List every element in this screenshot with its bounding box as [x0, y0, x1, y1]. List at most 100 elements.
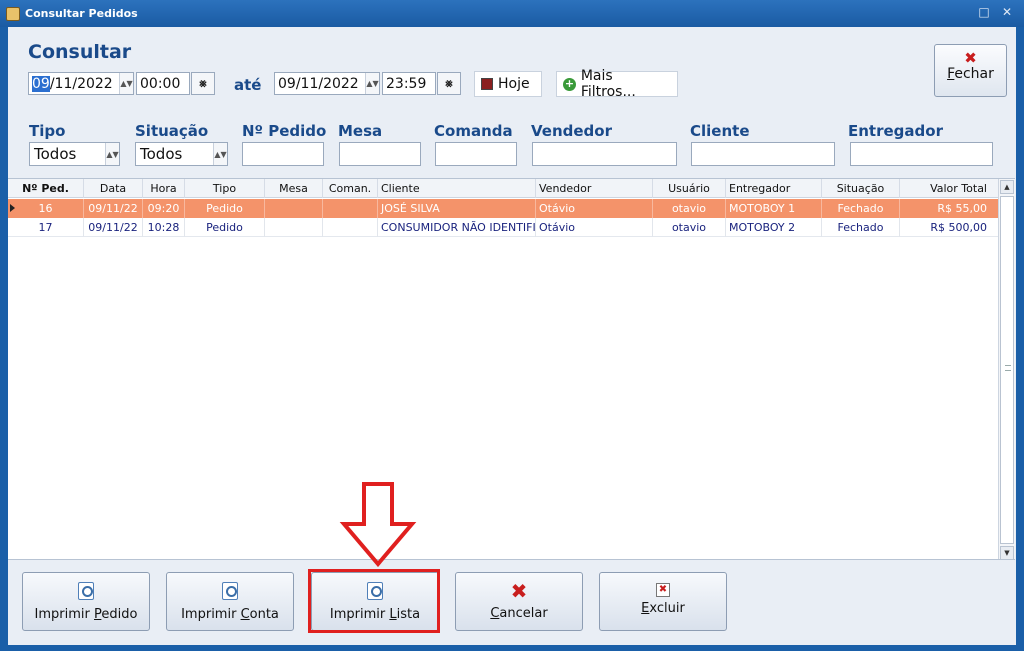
hoje-label: Hoje [498, 76, 530, 92]
cell-cliente: CONSUMIDOR NÃO IDENTIFICADO [378, 218, 536, 237]
date-from-field[interactable]: 09/11/2022 ▲▼ [28, 72, 134, 95]
time-to-field[interactable]: 23:59 [382, 72, 436, 95]
cell-situacao: Fechado [822, 199, 900, 218]
time-from-picker-icon[interactable]: ⨳ [191, 72, 215, 95]
mesa-input[interactable] [339, 142, 421, 166]
vendedor-label: Vendedor [531, 122, 612, 140]
cell-usuario: otavio [653, 218, 726, 237]
tipo-select[interactable]: Todos ▲▼ [29, 142, 120, 166]
cell-cliente: JOSÉ SILVA [378, 199, 536, 218]
col-data[interactable]: Data [84, 179, 143, 198]
delete-icon: ✖ [656, 583, 670, 597]
calendar-icon [481, 78, 493, 90]
cell-tipo: Pedido [185, 218, 265, 237]
mesa-label: Mesa [338, 122, 383, 140]
date-from-day: 09 [32, 75, 50, 92]
vendedor-input[interactable] [532, 142, 677, 166]
situacao-select[interactable]: Todos ▲▼ [135, 142, 228, 166]
comanda-label: Comanda [434, 122, 513, 140]
window-title: Consultar Pedidos [25, 7, 138, 20]
comanda-input[interactable] [435, 142, 517, 166]
grid-vertical-scrollbar[interactable]: ▲ ▼ [998, 179, 1015, 559]
entregador-label: Entregador [848, 122, 943, 140]
cell-valor-total: R$ 55,00 [937, 202, 987, 215]
scroll-down-icon[interactable]: ▼ [1000, 546, 1014, 559]
mais-filtros-button[interactable]: + Mais Filtros... [556, 68, 678, 100]
cliente-input[interactable] [691, 142, 835, 166]
situacao-dropdown-icon[interactable]: ▲▼ [213, 143, 227, 165]
tipo-dropdown-icon[interactable]: ▲▼ [105, 143, 119, 165]
page-title: Consultar [28, 41, 132, 63]
close-icon: ✖ [964, 49, 977, 67]
cell-pedido: 16 [8, 199, 84, 218]
cell-situacao: Fechado [822, 218, 900, 237]
date-to-field[interactable]: 09/11/2022 ▲▼ [274, 72, 380, 95]
col-cliente[interactable]: Cliente [378, 179, 536, 198]
entregador-input[interactable] [850, 142, 993, 166]
table-row[interactable]: 17 09/11/22 10:28 Pedido CONSUMIDOR NÃO … [8, 218, 998, 237]
imprimir-pedido-button[interactable]: Imprimir Pedido [22, 572, 150, 631]
date-from-rest: /11/2022 [49, 75, 113, 92]
col-situacao[interactable]: Situação [822, 179, 900, 198]
grid-header: Nº Ped. Data Hora Tipo Mesa Coman. Clien… [8, 179, 998, 198]
col-entregador[interactable]: Entregador [726, 179, 822, 198]
imprimir-conta-button[interactable]: Imprimir Conta [166, 572, 294, 631]
cell-comanda [323, 218, 378, 237]
down-arrow-icon [339, 482, 417, 567]
table-row[interactable]: 16 09/11/22 09:20 Pedido JOSÉ SILVA Otáv… [8, 199, 998, 218]
col-vendedor[interactable]: Vendedor [536, 179, 653, 198]
cliente-label: Cliente [690, 122, 750, 140]
col-valor-total[interactable]: Valor Total [900, 179, 990, 198]
cell-mesa [265, 199, 323, 218]
cell-mesa [265, 218, 323, 237]
client-area: Consultar 09/11/2022 ▲▼ 00:00 ⨳ até 09/1… [8, 27, 1016, 645]
fechar-label: echar [954, 66, 994, 82]
date-to-spin-icon[interactable]: ▲▼ [365, 73, 379, 94]
bottom-button-bar: Imprimir Pedido Imprimir Conta Imprimir … [8, 560, 1015, 645]
pedido-label: Nº Pedido [242, 122, 327, 140]
cell-entregador: MOTOBOY 2 [726, 218, 822, 237]
print-preview-icon [222, 582, 238, 600]
excluir-button[interactable]: ✖ Excluir [599, 572, 727, 631]
col-comanda[interactable]: Coman. [323, 179, 378, 198]
cancelar-button[interactable]: ✖ Cancelar [455, 572, 583, 631]
pedidos-grid: Nº Ped. Data Hora Tipo Mesa Coman. Clien… [8, 178, 1015, 560]
scroll-up-icon[interactable]: ▲ [1000, 180, 1014, 194]
plus-icon: + [563, 76, 576, 91]
app-icon [6, 6, 20, 21]
cell-data: 09/11/22 [84, 218, 143, 237]
cell-valor-total: R$ 500,00 [930, 221, 987, 234]
col-tipo[interactable]: Tipo [185, 179, 265, 198]
col-usuario[interactable]: Usuário [653, 179, 726, 198]
grip-icon [1005, 365, 1011, 371]
scroll-thumb[interactable] [1000, 196, 1014, 544]
time-from-value: 00:00 [140, 75, 181, 92]
window-controls[interactable]: □ ✕ [978, 5, 1016, 19]
imprimir-pedido-label: Imprimir Pedido [34, 607, 138, 622]
time-from-field[interactable]: 00:00 [136, 72, 190, 95]
col-pedido[interactable]: Nº Ped. [8, 179, 84, 198]
cell-vendedor: Otávio [536, 218, 653, 237]
col-mesa[interactable]: Mesa [265, 179, 323, 198]
pedido-input[interactable] [242, 142, 324, 166]
date-to-value: 09/11/2022 [278, 75, 359, 92]
cancel-x-icon: ✖ [510, 579, 528, 603]
imprimir-conta-label: Imprimir Conta [181, 607, 279, 622]
date-from-spin-icon[interactable]: ▲▼ [119, 73, 133, 94]
cell-entregador: MOTOBOY 1 [726, 199, 822, 218]
tipo-value: Todos [34, 145, 77, 163]
cell-hora: 09:20 [143, 199, 185, 218]
print-preview-icon [78, 582, 94, 600]
situacao-label: Situação [135, 122, 209, 140]
time-to-picker-icon[interactable]: ⨳ [437, 72, 461, 95]
cell-data: 09/11/22 [84, 199, 143, 218]
highlight-box [308, 569, 440, 633]
title-bar: Consultar Pedidos □ ✕ [0, 0, 1024, 27]
tipo-label: Tipo [29, 122, 66, 140]
time-to-value: 23:59 [386, 75, 427, 92]
fechar-button[interactable]: ✖ Fechar [934, 44, 1007, 97]
hoje-button[interactable]: Hoje [474, 71, 542, 97]
cell-vendedor: Otávio [536, 199, 653, 218]
col-hora[interactable]: Hora [143, 179, 185, 198]
ate-label: até [234, 76, 262, 94]
